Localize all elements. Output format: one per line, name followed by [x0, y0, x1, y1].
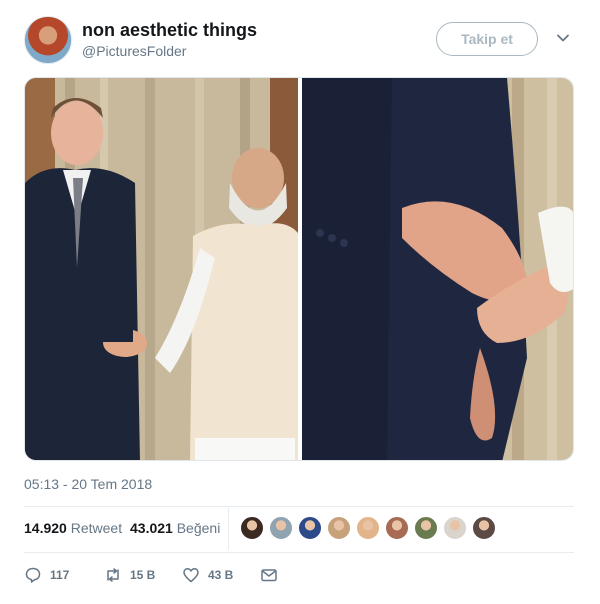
retweet-count: 14.920	[24, 520, 67, 536]
photo-handshake-full[interactable]	[25, 78, 298, 461]
retweet-action-count: 15 B	[130, 568, 156, 582]
author-display-name[interactable]: non aesthetic things	[82, 20, 257, 41]
liker-avatar[interactable]	[298, 516, 322, 540]
liker-avatar[interactable]	[443, 516, 467, 540]
direct-message-action[interactable]	[260, 564, 278, 586]
heart-icon	[183, 568, 199, 583]
follow-button[interactable]: Takip et	[436, 22, 538, 56]
like-stat[interactable]: 43.021 Beğeni	[130, 520, 220, 536]
like-label: Beğeni	[176, 520, 221, 536]
tweet-timestamp[interactable]: 05:13 - 20 Tem 2018	[24, 476, 152, 492]
divider-bottom	[24, 552, 574, 553]
tweet-media[interactable]	[24, 77, 574, 461]
liker-avatar[interactable]	[327, 516, 351, 540]
envelope-icon	[261, 569, 277, 582]
liker-avatar[interactable]	[356, 516, 380, 540]
retweet-action[interactable]: 15 B	[104, 564, 155, 586]
author-handle[interactable]: @PicturesFolder	[82, 43, 186, 59]
liker-avatar[interactable]	[472, 516, 496, 540]
liker-avatar[interactable]	[269, 516, 293, 540]
liker-avatar[interactable]	[385, 516, 409, 540]
chevron-down-icon[interactable]	[556, 31, 570, 45]
retweet-stat[interactable]: 14.920 Retweet	[24, 520, 122, 536]
author-avatar[interactable]	[24, 16, 72, 64]
liker-avatar[interactable]	[240, 516, 264, 540]
retweet-label: Retweet	[70, 520, 123, 536]
tweet-actions: 117 15 B 43 B	[24, 564, 324, 586]
like-action-count: 43 B	[208, 568, 234, 582]
retweet-icon	[107, 568, 119, 582]
reply-action[interactable]: 117	[24, 564, 69, 586]
reply-count: 117	[50, 568, 70, 582]
photo-handshake-closeup[interactable]	[302, 78, 574, 461]
like-action[interactable]: 43 B	[182, 564, 233, 586]
liker-avatar[interactable]	[414, 516, 438, 540]
tweet-header: non aesthetic things @PicturesFolder Tak…	[24, 16, 580, 66]
engagement-stats: 14.920 Retweet 43.021 Beğeni	[24, 508, 574, 550]
divider-top	[24, 506, 574, 507]
stats-separator	[228, 508, 229, 550]
reply-icon	[25, 567, 41, 583]
like-count: 43.021	[130, 520, 173, 536]
